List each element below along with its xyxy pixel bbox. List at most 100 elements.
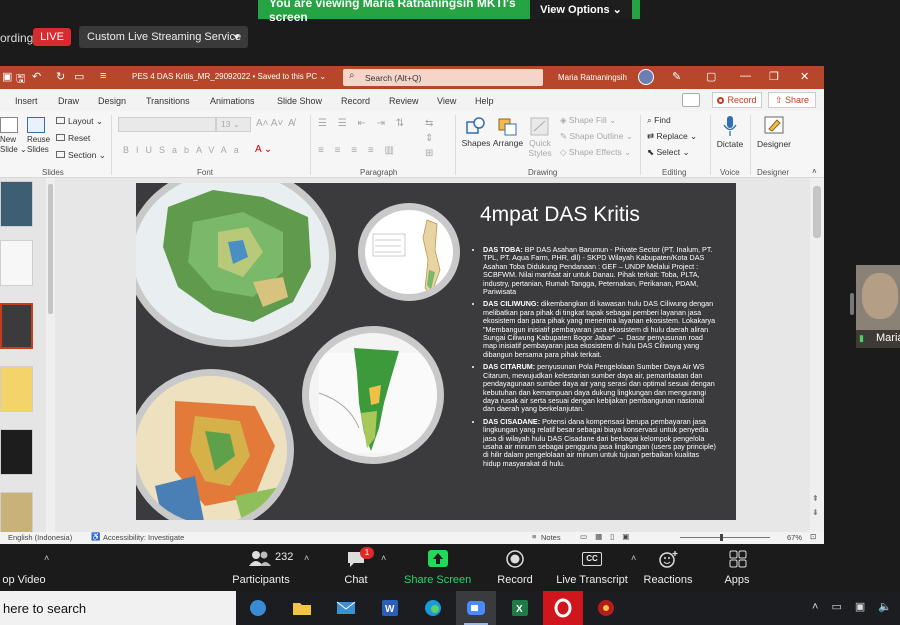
next-slide-icon[interactable]: ⇟ bbox=[812, 508, 819, 517]
word-icon[interactable]: W bbox=[370, 591, 410, 625]
edge-icon[interactable] bbox=[238, 591, 278, 625]
language-status[interactable]: English (Indonesia) bbox=[8, 533, 72, 542]
font-size-select[interactable]: 13 ⌄ bbox=[216, 117, 251, 132]
prev-slide-icon[interactable]: ⇞ bbox=[812, 494, 819, 503]
designer-button[interactable]: Designer bbox=[755, 115, 793, 149]
share-button[interactable]: ⇧ Share bbox=[768, 92, 816, 108]
layout-button[interactable]: Layout ⌄ bbox=[56, 116, 103, 127]
font-color-icon[interactable]: A ⌄ bbox=[255, 144, 272, 155]
excel-icon[interactable]: X bbox=[500, 591, 540, 625]
zoom-app-icon[interactable] bbox=[456, 591, 496, 625]
zoom-slider-thumb[interactable] bbox=[720, 534, 723, 541]
slide-scrollbar[interactable]: ⇞ ⇟ bbox=[810, 178, 824, 532]
customize-toolbar-icon[interactable]: ≡ bbox=[100, 70, 106, 82]
tab-animations[interactable]: Animations bbox=[210, 96, 255, 106]
fit-slide-icon[interactable]: ⊡ bbox=[810, 532, 816, 541]
app-icon[interactable] bbox=[586, 591, 626, 625]
slide-thumbnail[interactable] bbox=[0, 366, 33, 412]
panel-handle[interactable] bbox=[850, 293, 854, 315]
tab-record[interactable]: Record bbox=[341, 96, 370, 106]
tab-help[interactable]: Help bbox=[475, 96, 494, 106]
zoom-level[interactable]: 67% bbox=[787, 533, 802, 542]
participants-button[interactable]: 232 Participants bbox=[228, 545, 294, 591]
slide-thumbnail[interactable] bbox=[0, 429, 33, 475]
tab-insert[interactable]: Insert bbox=[15, 96, 38, 106]
shape-outline-button[interactable]: ✎ Shape Outline ⌄ bbox=[560, 131, 633, 142]
share-screen-button[interactable]: Share Screen bbox=[404, 545, 471, 591]
dictate-button[interactable]: Dictate bbox=[714, 115, 746, 149]
system-tray[interactable]: ˄ ▭ ▣ 🔈 bbox=[812, 600, 897, 613]
zoom-slider[interactable] bbox=[680, 537, 770, 538]
clear-format-icon[interactable]: A̸ bbox=[288, 118, 295, 129]
minimize-icon[interactable]: — bbox=[740, 70, 751, 82]
edge-browser-icon[interactable] bbox=[413, 591, 453, 625]
tab-view[interactable]: View bbox=[437, 96, 456, 106]
section-button[interactable]: Section ⌄ bbox=[56, 150, 106, 161]
reuse-slides-button[interactable]: Reuse Slides bbox=[27, 117, 53, 157]
close-icon[interactable]: ✕ bbox=[800, 70, 809, 83]
collapse-ribbon-icon[interactable]: ˄ bbox=[812, 167, 817, 176]
reactions-button[interactable]: Reactions bbox=[642, 545, 694, 591]
live-transcript-button[interactable]: CC Live Transcript bbox=[555, 545, 629, 591]
grow-font-icon[interactable]: A˄ A˅ bbox=[256, 118, 283, 129]
view-buttons-icon[interactable]: ▭▦▯▣ bbox=[580, 532, 637, 541]
reset-button[interactable]: Reset bbox=[56, 133, 90, 143]
taskbar-search[interactable]: here to search bbox=[0, 591, 236, 625]
search-input[interactable]: ⌕ Search (Alt+Q) bbox=[343, 69, 543, 86]
shape-effects-button[interactable]: ◇ Shape Effects ⌄ bbox=[560, 147, 631, 158]
tab-slide-show[interactable]: Slide Show bbox=[277, 96, 322, 106]
file-explorer-icon[interactable] bbox=[282, 591, 322, 625]
tab-transitions[interactable]: Transitions bbox=[146, 96, 190, 106]
record-meeting-button[interactable]: Record bbox=[494, 545, 536, 591]
shape-fill-button[interactable]: ◈ Shape Fill ⌄ bbox=[560, 115, 616, 126]
undo-icon[interactable]: ↶ bbox=[32, 70, 41, 83]
format-buttons-icon[interactable]: BIUSabAVAa bbox=[123, 145, 246, 155]
tab-review[interactable]: Review bbox=[389, 96, 419, 106]
quick-styles-button[interactable]: Quick Styles bbox=[526, 116, 554, 158]
chevron-up-icon[interactable]: ˄ bbox=[304, 553, 309, 563]
view-options-button[interactable]: View Options ⌄ bbox=[530, 0, 632, 19]
redo-icon[interactable]: ↻ bbox=[56, 70, 65, 83]
apps-button[interactable]: Apps bbox=[718, 545, 756, 591]
live-badge[interactable]: LIVE bbox=[33, 28, 71, 46]
ribbon-display-icon[interactable]: ▢ bbox=[706, 70, 716, 83]
document-title[interactable]: PES 4 DAS Kritis_MR_29092022 • Saved to … bbox=[132, 72, 326, 81]
chevron-up-icon[interactable]: ˄ bbox=[44, 553, 49, 563]
record-button[interactable]: Record bbox=[712, 92, 762, 108]
accessibility-status[interactable]: Accessibility: Investigate bbox=[103, 533, 184, 542]
font-name-select[interactable] bbox=[118, 117, 216, 132]
new-slide-button[interactable]: New Slide ⌄ bbox=[0, 117, 27, 157]
chevron-up-icon[interactable]: ˄ bbox=[381, 553, 386, 563]
comments-button[interactable] bbox=[682, 93, 700, 107]
notes-button[interactable]: Notes bbox=[541, 533, 561, 542]
pen-icon[interactable]: ✎ bbox=[672, 70, 681, 83]
present-icon[interactable]: ▭ bbox=[74, 70, 84, 83]
slide-thumbnail[interactable] bbox=[0, 240, 33, 286]
shapes-button[interactable]: Shapes bbox=[461, 116, 491, 148]
slide-thumbnail[interactable] bbox=[0, 181, 33, 227]
text-direction-icon[interactable]: ⇆ bbox=[425, 118, 433, 129]
restore-icon[interactable]: ❐ bbox=[769, 70, 779, 83]
align-text-icon[interactable]: ⇕ bbox=[425, 133, 433, 144]
arrange-button[interactable]: Arrange bbox=[492, 116, 524, 148]
scroll-thumb[interactable] bbox=[48, 184, 53, 314]
opera-icon[interactable] bbox=[543, 591, 583, 625]
find-button[interactable]: ⌕ Find bbox=[647, 115, 671, 126]
replace-button[interactable]: ⇄ Replace ⌄ bbox=[647, 131, 697, 142]
user-name[interactable]: Maria Ratnaningsih bbox=[558, 73, 627, 82]
smartart-icon[interactable]: ⊞ bbox=[425, 148, 433, 159]
scroll-thumb[interactable] bbox=[813, 186, 821, 238]
tab-design[interactable]: Design bbox=[98, 96, 126, 106]
align-buttons-icon[interactable]: ≡ ≡ ≡ ≡ ▥ bbox=[318, 145, 398, 156]
chevron-up-icon[interactable]: ˄ bbox=[631, 553, 636, 563]
save-icon[interactable]: 🖫 bbox=[16, 70, 25, 89]
thumbnail-scrollbar[interactable] bbox=[46, 178, 55, 532]
stream-service-select[interactable]: Custom Live Streaming Service ▼ bbox=[79, 26, 248, 48]
list-buttons-icon[interactable]: ☰ ☰ ⇤ ⇥ ⇅ bbox=[318, 118, 408, 129]
avatar[interactable] bbox=[638, 69, 654, 85]
slide-thumbnail-selected[interactable] bbox=[0, 303, 33, 349]
select-button[interactable]: ⬉ Select ⌄ bbox=[647, 147, 690, 158]
tab-draw[interactable]: Draw bbox=[58, 96, 79, 106]
stop-video-button[interactable]: ˄ op Video bbox=[0, 545, 49, 591]
mail-icon[interactable] bbox=[326, 591, 366, 625]
